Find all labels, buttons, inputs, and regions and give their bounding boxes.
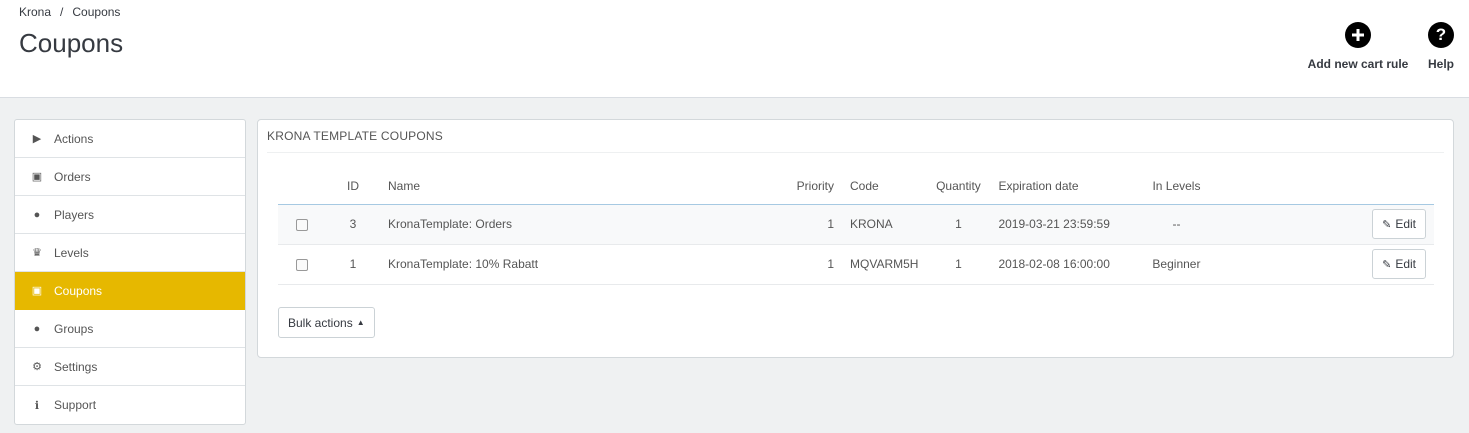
cell-priority: 1 — [780, 204, 842, 245]
sidebar-item-actions[interactable]: ▶ Actions — [15, 120, 245, 158]
edit-button[interactable]: ✎ Edit — [1372, 209, 1426, 239]
info-circle-icon: ℹ — [34, 399, 40, 412]
breadcrumb: Krona / Coupons — [19, 5, 120, 19]
pencil-icon: ✎ — [1382, 258, 1392, 271]
coupons-panel: KRONA TEMPLATE COUPONS ID Name Priority … — [257, 119, 1454, 358]
cogs-icon: ⚙ — [32, 361, 42, 373]
cell-name: KronaTemplate: Orders — [380, 204, 780, 245]
cell-quantity: 1 — [926, 204, 991, 245]
sidebar-item-orders[interactable]: ▣ Orders — [15, 158, 245, 196]
help-label: Help — [1427, 57, 1454, 71]
cell-code: MQVARM5H — [842, 244, 927, 285]
cell-priority: 1 — [780, 244, 842, 285]
user-icon: ● — [33, 208, 41, 221]
breadcrumb-root[interactable]: Krona — [19, 5, 51, 19]
sidebar: ▶ Actions ▣ Orders ● Players ♛ Levels ▣ Coupo… — [14, 119, 246, 425]
bulk-actions-label: Bulk actions — [288, 315, 353, 330]
sidebar-item-label: Levels — [54, 245, 89, 260]
sidebar-item-players[interactable]: ● Players — [15, 196, 245, 234]
page-title: Coupons — [19, 28, 124, 58]
header-in-levels[interactable]: In Levels — [1136, 168, 1217, 205]
row-checkbox[interactable] — [296, 258, 308, 271]
header-select — [278, 168, 326, 205]
header-name[interactable]: Name — [380, 168, 780, 205]
sidebar-item-levels[interactable]: ♛ Levels — [15, 234, 245, 272]
question-circle-icon: ? — [1428, 22, 1454, 48]
header-expiration-date[interactable]: Expiration date — [990, 168, 1137, 205]
play-circle-icon: ▶ — [32, 133, 42, 145]
sidebar-item-label: Support — [54, 398, 97, 412]
header-priority[interactable]: Priority — [780, 168, 842, 205]
sidebar-item-label: Groups — [54, 321, 94, 336]
sidebar-item-label: Settings — [54, 359, 98, 374]
breadcrumb-current: Coupons — [72, 5, 121, 19]
cell-expiration: 2019-03-21 23:59:59 — [990, 204, 1137, 245]
help-button[interactable]: ? Help — [1422, 22, 1460, 71]
header-id[interactable]: ID — [326, 168, 380, 205]
sidebar-item-label: Actions — [54, 131, 94, 146]
sidebar-item-support[interactable]: ℹ Support — [15, 386, 245, 424]
add-new-cart-rule-label: Add new cart rule — [1307, 57, 1409, 71]
header-quantity[interactable]: Quantity — [926, 168, 991, 205]
money-icon: ▣ — [31, 171, 43, 183]
money-icon: ▣ — [31, 285, 43, 297]
sidebar-item-coupons[interactable]: ▣ Coupons — [15, 272, 245, 310]
table-row: 1 KronaTemplate: 10% Rabatt 1 MQVARM5H 1… — [278, 244, 1434, 285]
edit-label: Edit — [1395, 257, 1416, 271]
coupons-table: ID Name Priority Code Quantity Expiratio… — [278, 168, 1434, 285]
cell-expiration: 2018-02-08 16:00:00 — [990, 244, 1137, 285]
cell-code: KRONA — [842, 204, 927, 245]
sidebar-item-label: Players — [54, 207, 95, 222]
sidebar-item-label: Coupons — [54, 283, 103, 298]
page-header: Krona / Coupons Coupons Add new cart rule … — [0, 0, 1469, 98]
cell-quantity: 1 — [926, 244, 991, 285]
table-header-row: ID Name Priority Code Quantity Expiratio… — [278, 168, 1434, 205]
sidebar-item-settings[interactable]: ⚙ Settings — [15, 348, 245, 386]
cell-levels: Beginner — [1136, 244, 1217, 285]
pencil-icon: ✎ — [1382, 218, 1392, 231]
cell-id: 1 — [326, 244, 380, 285]
trophy-icon: ♛ — [32, 247, 42, 259]
table-row: 3 KronaTemplate: Orders 1 KRONA 1 2019-0… — [278, 204, 1434, 245]
caret-up-icon: ▲ — [356, 318, 365, 327]
header-code[interactable]: Code — [842, 168, 927, 205]
edit-button[interactable]: ✎ Edit — [1372, 249, 1426, 279]
header-actions — [1216, 168, 1434, 205]
panel-title: KRONA TEMPLATE COUPONS — [267, 120, 1444, 153]
add-new-cart-rule-button[interactable]: Add new cart rule — [1305, 22, 1411, 71]
cell-name: KronaTemplate: 10% Rabatt — [380, 244, 780, 285]
sidebar-item-groups[interactable]: ● Groups — [15, 310, 245, 348]
sidebar-item-label: Orders — [54, 169, 91, 184]
row-checkbox[interactable] — [296, 218, 308, 231]
users-icon: ● — [33, 322, 41, 335]
edit-label: Edit — [1395, 217, 1416, 231]
cell-id: 3 — [326, 204, 380, 245]
cell-levels: -- — [1136, 204, 1217, 245]
breadcrumb-separator: / — [60, 5, 64, 19]
plus-circle-icon — [1345, 22, 1371, 48]
bulk-actions-button[interactable]: Bulk actions ▲ — [278, 307, 375, 338]
